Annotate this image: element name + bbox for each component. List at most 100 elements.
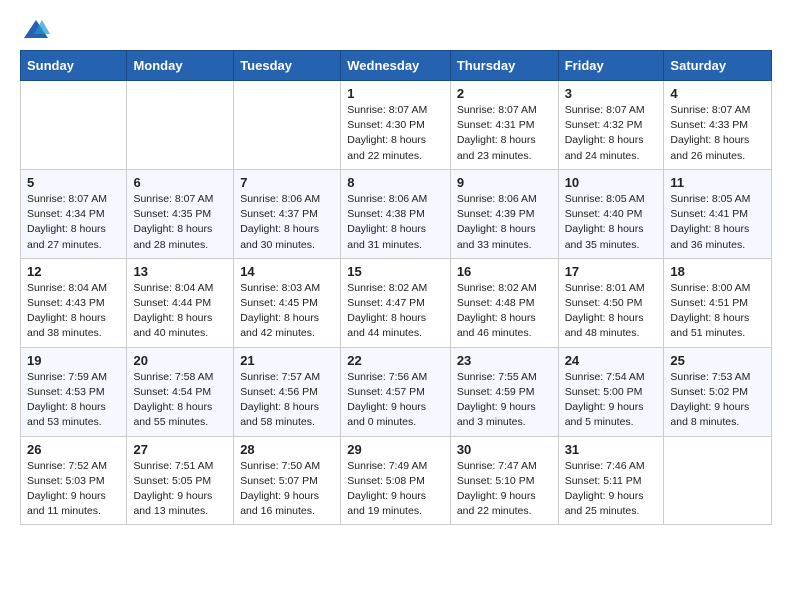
day-number: 10	[565, 175, 658, 190]
day-number: 31	[565, 442, 658, 457]
calendar-cell: 8 Sunrise: 8:06 AMSunset: 4:38 PMDaylight…	[341, 169, 451, 258]
day-info: Sunrise: 8:07 AMSunset: 4:33 PMDaylight:…	[670, 103, 765, 164]
day-info: Sunrise: 8:00 AMSunset: 4:51 PMDaylight:…	[670, 281, 765, 342]
week-row-5: 26Sunrise: 7:52 AMSunset: 5:03 PMDayligh…	[21, 436, 772, 525]
weekday-thursday: Thursday	[450, 51, 558, 81]
logo	[20, 16, 50, 40]
day-info: Sunrise: 7:55 AMSunset: 4:59 PMDaylight:…	[457, 370, 552, 431]
weekday-sunday: Sunday	[21, 51, 127, 81]
calendar-cell: 14 Sunrise: 8:03 AMSunset: 4:45 PMDayligh…	[234, 258, 341, 347]
calendar-cell: 23 Sunrise: 7:55 AMSunset: 4:59 PMDayligh…	[450, 347, 558, 436]
day-number: 9	[457, 175, 552, 190]
day-number: 2	[457, 86, 552, 101]
day-number: 8	[347, 175, 444, 190]
logo-icon	[22, 16, 50, 44]
calendar-cell: 15Sunrise: 8:02 AMSunset: 4:47 PMDayligh…	[341, 258, 451, 347]
day-info: Sunrise: 8:04 AMSunset: 4:44 PMDaylight:…	[133, 281, 227, 342]
day-info: Sunrise: 7:49 AMSunset: 5:08 PMDaylight:…	[347, 459, 444, 520]
day-number: 18	[670, 264, 765, 279]
day-info: Sunrise: 7:56 AMSunset: 4:57 PMDaylight:…	[347, 370, 444, 431]
day-info: Sunrise: 7:47 AMSunset: 5:10 PMDaylight:…	[457, 459, 552, 520]
day-info: Sunrise: 8:07 AMSunset: 4:31 PMDaylight:…	[457, 103, 552, 164]
day-info: Sunrise: 7:58 AMSunset: 4:54 PMDaylight:…	[133, 370, 227, 431]
header	[20, 16, 772, 40]
calendar-cell: 5Sunrise: 8:07 AMSunset: 4:34 PMDaylight…	[21, 169, 127, 258]
day-number: 4	[670, 86, 765, 101]
day-info: Sunrise: 8:02 AMSunset: 4:48 PMDaylight:…	[457, 281, 552, 342]
calendar-cell: 21Sunrise: 7:57 AMSunset: 4:56 PMDayligh…	[234, 347, 341, 436]
day-number: 12	[27, 264, 120, 279]
calendar-cell: 11 Sunrise: 8:05 AMSunset: 4:41 PMDayligh…	[664, 169, 772, 258]
weekday-wednesday: Wednesday	[341, 51, 451, 81]
calendar-cell: 3 Sunrise: 8:07 AMSunset: 4:32 PMDaylight…	[558, 81, 664, 170]
page: SundayMondayTuesdayWednesdayThursdayFrid…	[0, 0, 792, 541]
calendar-cell: 4 Sunrise: 8:07 AMSunset: 4:33 PMDaylight…	[664, 81, 772, 170]
day-number: 27	[133, 442, 227, 457]
day-number: 30	[457, 442, 552, 457]
day-number: 6	[133, 175, 227, 190]
day-number: 19	[27, 353, 120, 368]
week-row-4: 19 Sunrise: 7:59 AMSunset: 4:53 PMDayligh…	[21, 347, 772, 436]
calendar-cell: 28 Sunrise: 7:50 AMSunset: 5:07 PMDayligh…	[234, 436, 341, 525]
day-number: 28	[240, 442, 334, 457]
calendar-cell	[21, 81, 127, 170]
calendar-cell: 13Sunrise: 8:04 AMSunset: 4:44 PMDayligh…	[127, 258, 234, 347]
calendar-cell: 2 Sunrise: 8:07 AMSunset: 4:31 PMDaylight…	[450, 81, 558, 170]
calendar-cell: 24Sunrise: 7:54 AMSunset: 5:00 PMDayligh…	[558, 347, 664, 436]
weekday-monday: Monday	[127, 51, 234, 81]
week-row-3: 12 Sunrise: 8:04 AMSunset: 4:43 PMDayligh…	[21, 258, 772, 347]
calendar-cell: 9 Sunrise: 8:06 AMSunset: 4:39 PMDaylight…	[450, 169, 558, 258]
day-number: 7	[240, 175, 334, 190]
day-number: 3	[565, 86, 658, 101]
day-info: Sunrise: 7:52 AMSunset: 5:03 PMDaylight:…	[27, 459, 120, 520]
day-info: Sunrise: 8:03 AMSunset: 4:45 PMDaylight:…	[240, 281, 334, 342]
day-number: 14	[240, 264, 334, 279]
day-info: Sunrise: 8:06 AMSunset: 4:39 PMDaylight:…	[457, 192, 552, 253]
day-info: Sunrise: 7:59 AMSunset: 4:53 PMDaylight:…	[27, 370, 120, 431]
calendar-cell	[664, 436, 772, 525]
day-info: Sunrise: 8:05 AMSunset: 4:41 PMDaylight:…	[670, 192, 765, 253]
calendar-cell: 12 Sunrise: 8:04 AMSunset: 4:43 PMDayligh…	[21, 258, 127, 347]
day-number: 29	[347, 442, 444, 457]
calendar-cell: 7 Sunrise: 8:06 AMSunset: 4:37 PMDaylight…	[234, 169, 341, 258]
day-info: Sunrise: 8:07 AMSunset: 4:34 PMDaylight:…	[27, 192, 120, 253]
calendar-cell: 31 Sunrise: 7:46 AMSunset: 5:11 PMDayligh…	[558, 436, 664, 525]
weekday-tuesday: Tuesday	[234, 51, 341, 81]
day-number: 11	[670, 175, 765, 190]
calendar-cell: 20 Sunrise: 7:58 AMSunset: 4:54 PMDayligh…	[127, 347, 234, 436]
day-info: Sunrise: 8:07 AMSunset: 4:32 PMDaylight:…	[565, 103, 658, 164]
calendar-cell: 22 Sunrise: 7:56 AMSunset: 4:57 PMDayligh…	[341, 347, 451, 436]
day-number: 24	[565, 353, 658, 368]
day-number: 20	[133, 353, 227, 368]
day-info: Sunrise: 8:06 AMSunset: 4:38 PMDaylight:…	[347, 192, 444, 253]
day-info: Sunrise: 7:53 AMSunset: 5:02 PMDaylight:…	[670, 370, 765, 431]
day-info: Sunrise: 8:06 AMSunset: 4:37 PMDaylight:…	[240, 192, 334, 253]
day-number: 22	[347, 353, 444, 368]
calendar-cell: 18 Sunrise: 8:00 AMSunset: 4:51 PMDayligh…	[664, 258, 772, 347]
calendar-cell: 27 Sunrise: 7:51 AMSunset: 5:05 PMDayligh…	[127, 436, 234, 525]
weekday-header-row: SundayMondayTuesdayWednesdayThursdayFrid…	[21, 51, 772, 81]
weekday-friday: Friday	[558, 51, 664, 81]
day-info: Sunrise: 7:50 AMSunset: 5:07 PMDaylight:…	[240, 459, 334, 520]
calendar-table: SundayMondayTuesdayWednesdayThursdayFrid…	[20, 50, 772, 525]
day-number: 25	[670, 353, 765, 368]
day-info: Sunrise: 8:02 AMSunset: 4:47 PMDaylight:…	[347, 281, 444, 342]
day-number: 17	[565, 264, 658, 279]
day-number: 16	[457, 264, 552, 279]
day-info: Sunrise: 7:46 AMSunset: 5:11 PMDaylight:…	[565, 459, 658, 520]
calendar-cell	[234, 81, 341, 170]
day-info: Sunrise: 8:07 AMSunset: 4:35 PMDaylight:…	[133, 192, 227, 253]
calendar-cell: 17Sunrise: 8:01 AMSunset: 4:50 PMDayligh…	[558, 258, 664, 347]
calendar-cell	[127, 81, 234, 170]
day-info: Sunrise: 8:05 AMSunset: 4:40 PMDaylight:…	[565, 192, 658, 253]
calendar-cell: 10 Sunrise: 8:05 AMSunset: 4:40 PMDayligh…	[558, 169, 664, 258]
week-row-1: 1Sunrise: 8:07 AMSunset: 4:30 PMDaylight…	[21, 81, 772, 170]
day-number: 1	[347, 86, 444, 101]
day-info: Sunrise: 7:51 AMSunset: 5:05 PMDaylight:…	[133, 459, 227, 520]
calendar-cell: 19 Sunrise: 7:59 AMSunset: 4:53 PMDayligh…	[21, 347, 127, 436]
weekday-saturday: Saturday	[664, 51, 772, 81]
day-number: 23	[457, 353, 552, 368]
calendar-cell: 16 Sunrise: 8:02 AMSunset: 4:48 PMDayligh…	[450, 258, 558, 347]
day-info: Sunrise: 8:04 AMSunset: 4:43 PMDaylight:…	[27, 281, 120, 342]
calendar-cell: 25 Sunrise: 7:53 AMSunset: 5:02 PMDayligh…	[664, 347, 772, 436]
